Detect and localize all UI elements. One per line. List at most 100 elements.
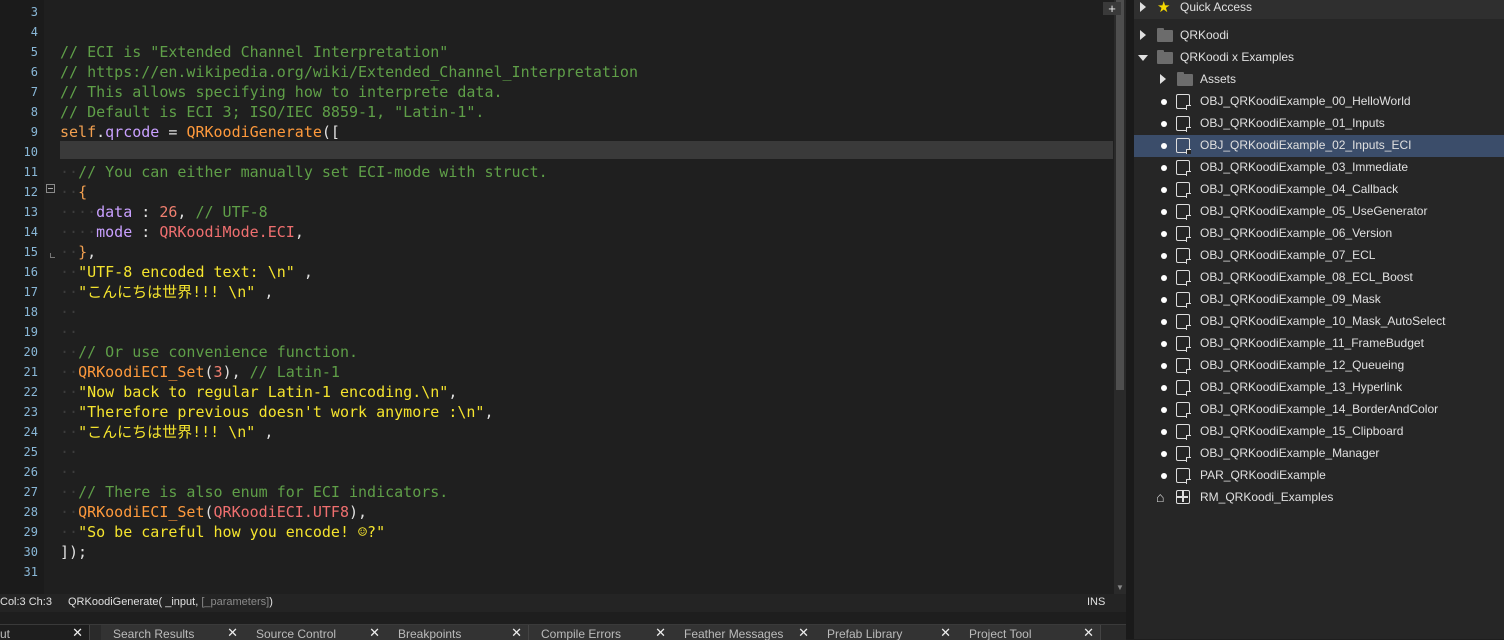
line-number: 9 bbox=[30, 125, 38, 139]
folder-open-icon bbox=[1157, 50, 1173, 64]
close-icon[interactable]: ✕ bbox=[1083, 625, 1094, 640]
code-token: ·· bbox=[60, 283, 79, 301]
tree-item-label: OBJ_QRKoodiExample_06_Version bbox=[1200, 226, 1393, 240]
tree-item-object[interactable]: OBJ_QRKoodiExample_11_FrameBudget bbox=[1134, 333, 1504, 355]
tree-item-object[interactable]: OBJ_QRKoodiExample_02_Inputs_ECI bbox=[1134, 135, 1504, 157]
bottom-tab[interactable]: Feather Messages ✕ bbox=[672, 625, 816, 640]
tree-item-object[interactable]: OBJ_QRKoodiExample_04_Callback bbox=[1134, 179, 1504, 201]
line-number: 17 bbox=[23, 285, 38, 299]
home-icon: ⌂ bbox=[1156, 489, 1165, 505]
code-line: ··// You can either manually set ECI-mod… bbox=[60, 162, 548, 182]
line-number: 30 bbox=[23, 545, 38, 559]
tree-item-object[interactable]: OBJ_QRKoodiExample_Manager bbox=[1134, 443, 1504, 465]
close-icon[interactable]: ✕ bbox=[940, 625, 951, 640]
code-token: ·· bbox=[60, 443, 79, 461]
bottom-tab[interactable]: Compile Errors ✕ bbox=[529, 625, 673, 640]
code-line: ]); bbox=[60, 542, 87, 562]
tree-item-object[interactable]: OBJ_QRKoodiExample_14_BorderAndColor bbox=[1134, 399, 1504, 421]
tree-item-room[interactable]: ⌂ RM_QRKoodi_Examples bbox=[1134, 487, 1504, 509]
tree-item-qrkoodi-folder[interactable]: QRKoodi bbox=[1134, 25, 1504, 47]
expand-arrow-icon[interactable] bbox=[1140, 2, 1146, 12]
line-number: 7 bbox=[30, 85, 38, 99]
panel-divider[interactable] bbox=[1126, 0, 1134, 639]
tree-item-assets-folder[interactable]: Assets bbox=[1134, 69, 1504, 91]
add-tab-button[interactable]: + bbox=[1103, 2, 1121, 15]
code-token: 3 bbox=[213, 363, 223, 381]
code-line: ··QRKoodiECI_Set(QRKoodiECI.UTF8), bbox=[60, 502, 367, 522]
code-line: self.qrcode = QRKoodiGenerate([ bbox=[60, 122, 340, 142]
tree-item-examples-folder[interactable]: QRKoodi x Examples bbox=[1134, 47, 1504, 69]
code-line: // ECI is "Extended Channel Interpretati… bbox=[60, 42, 448, 62]
bottom-tab[interactable]: Source Control ✕ bbox=[244, 625, 387, 640]
line-number: 26 bbox=[23, 465, 38, 479]
close-icon[interactable]: ✕ bbox=[72, 625, 83, 640]
object-icon bbox=[1176, 270, 1191, 286]
tree-item-object[interactable]: OBJ_QRKoodiExample_09_Mask bbox=[1134, 289, 1504, 311]
tree-item-quick-access[interactable]: ★ Quick Access bbox=[1134, 0, 1504, 19]
code-token: // Or use convenience function. bbox=[78, 343, 359, 361]
bottom-tab[interactable]: Prefab Library ✕ bbox=[815, 625, 958, 640]
line-number: 12 bbox=[23, 185, 38, 199]
object-icon bbox=[1176, 292, 1191, 308]
code-token: , bbox=[255, 283, 274, 301]
tree-item-object[interactable]: OBJ_QRKoodiExample_00_HelloWorld bbox=[1134, 91, 1504, 113]
code-token: = bbox=[159, 123, 187, 141]
close-icon[interactable]: ✕ bbox=[369, 625, 380, 640]
tree-item-object[interactable]: OBJ_QRKoodiExample_05_UseGenerator bbox=[1134, 201, 1504, 223]
tab-label: Project Tool bbox=[969, 627, 1032, 640]
tree-item-object[interactable]: OBJ_QRKoodiExample_10_Mask_AutoSelect bbox=[1134, 311, 1504, 333]
tree-item-label: QRKoodi x Examples bbox=[1180, 50, 1295, 64]
object-icon bbox=[1176, 336, 1191, 352]
bottom-tab[interactable]: ut ✕ bbox=[0, 625, 90, 640]
code-editor[interactable]: 3 4 5 6 7 8 9 10 11 12 13 14 15 16 17 18 19 20 21 22 23 24 25 2… bbox=[0, 0, 1114, 594]
tree-item-label: QRKoodi bbox=[1180, 28, 1229, 42]
close-icon[interactable]: ✕ bbox=[798, 625, 809, 640]
code-token: qrcode bbox=[105, 123, 160, 141]
code-token: QRKoodiGenerate bbox=[186, 123, 322, 141]
tree-item-object[interactable]: OBJ_QRKoodiExample_12_Queueing bbox=[1134, 355, 1504, 377]
code-token: , bbox=[87, 243, 97, 261]
bottom-tab[interactable]: Project Tool ✕ bbox=[957, 625, 1101, 640]
bullet-icon bbox=[1161, 473, 1167, 479]
tree-item-label: OBJ_QRKoodiExample_12_Queueing bbox=[1200, 358, 1405, 372]
tree-item-object[interactable]: OBJ_QRKoodiExample_13_Hyperlink bbox=[1134, 377, 1504, 399]
editor-scrollbar-thumb[interactable] bbox=[1116, 0, 1124, 390]
code-token: ·· bbox=[60, 403, 79, 421]
code-line: ··}, bbox=[60, 242, 96, 262]
tree-item-object[interactable]: PAR_QRKoodiExample bbox=[1134, 465, 1504, 487]
tree-item-object[interactable]: OBJ_QRKoodiExample_15_Clipboard bbox=[1134, 421, 1504, 443]
tree-item-object[interactable]: OBJ_QRKoodiExample_01_Inputs bbox=[1134, 113, 1504, 135]
tree-item-label: OBJ_QRKoodiExample_02_Inputs_ECI bbox=[1200, 138, 1412, 152]
line-number: 16 bbox=[23, 265, 38, 279]
tree-item-object[interactable]: OBJ_QRKoodiExample_06_Version bbox=[1134, 223, 1504, 245]
expand-arrow-icon[interactable] bbox=[1140, 30, 1146, 40]
bottom-tab[interactable]: Search Results ✕ bbox=[101, 625, 245, 640]
object-icon bbox=[1176, 116, 1191, 132]
tree-item-object[interactable]: OBJ_QRKoodiExample_03_Immediate bbox=[1134, 157, 1504, 179]
code-token: ·· bbox=[60, 383, 79, 401]
code-token: ( bbox=[204, 503, 214, 521]
close-icon[interactable]: ✕ bbox=[655, 625, 666, 640]
code-line: ··"Therefore previous doesn't work anymo… bbox=[60, 402, 493, 422]
tree-item-label: Assets bbox=[1200, 72, 1237, 86]
tree-item-label: OBJ_QRKoodiExample_11_FrameBudget bbox=[1200, 336, 1424, 350]
code-line: ·· bbox=[60, 442, 78, 462]
scroll-down-arrow-icon[interactable]: ▼ bbox=[1116, 583, 1124, 592]
tree-item-object[interactable]: OBJ_QRKoodiExample_07_ECL bbox=[1134, 245, 1504, 267]
expand-arrow-icon[interactable] bbox=[1160, 74, 1166, 84]
close-icon[interactable]: ✕ bbox=[227, 625, 238, 640]
object-icon bbox=[1176, 402, 1191, 418]
code-line: // https://en.wikipedia.org/wiki/Extende… bbox=[60, 62, 638, 82]
tree-item-label: RM_QRKoodi_Examples bbox=[1200, 490, 1334, 504]
close-icon[interactable]: ✕ bbox=[511, 625, 522, 640]
insert-mode-indicator: INS bbox=[1087, 596, 1106, 608]
code-line: ··"Now back to regular Latin-1 encoding.… bbox=[60, 382, 457, 402]
fold-collapse-icon[interactable] bbox=[46, 184, 55, 193]
object-icon bbox=[1176, 204, 1191, 220]
object-icon bbox=[1176, 138, 1191, 154]
code-token: // Default is ECI 3; ISO/IEC 8859-1, "La… bbox=[60, 103, 485, 121]
bottom-tab[interactable]: Breakpoints ✕ bbox=[386, 625, 529, 640]
tree-item-object[interactable]: OBJ_QRKoodiExample_08_ECL_Boost bbox=[1134, 267, 1504, 289]
bullet-icon bbox=[1161, 209, 1167, 215]
collapse-arrow-icon[interactable] bbox=[1138, 55, 1148, 61]
